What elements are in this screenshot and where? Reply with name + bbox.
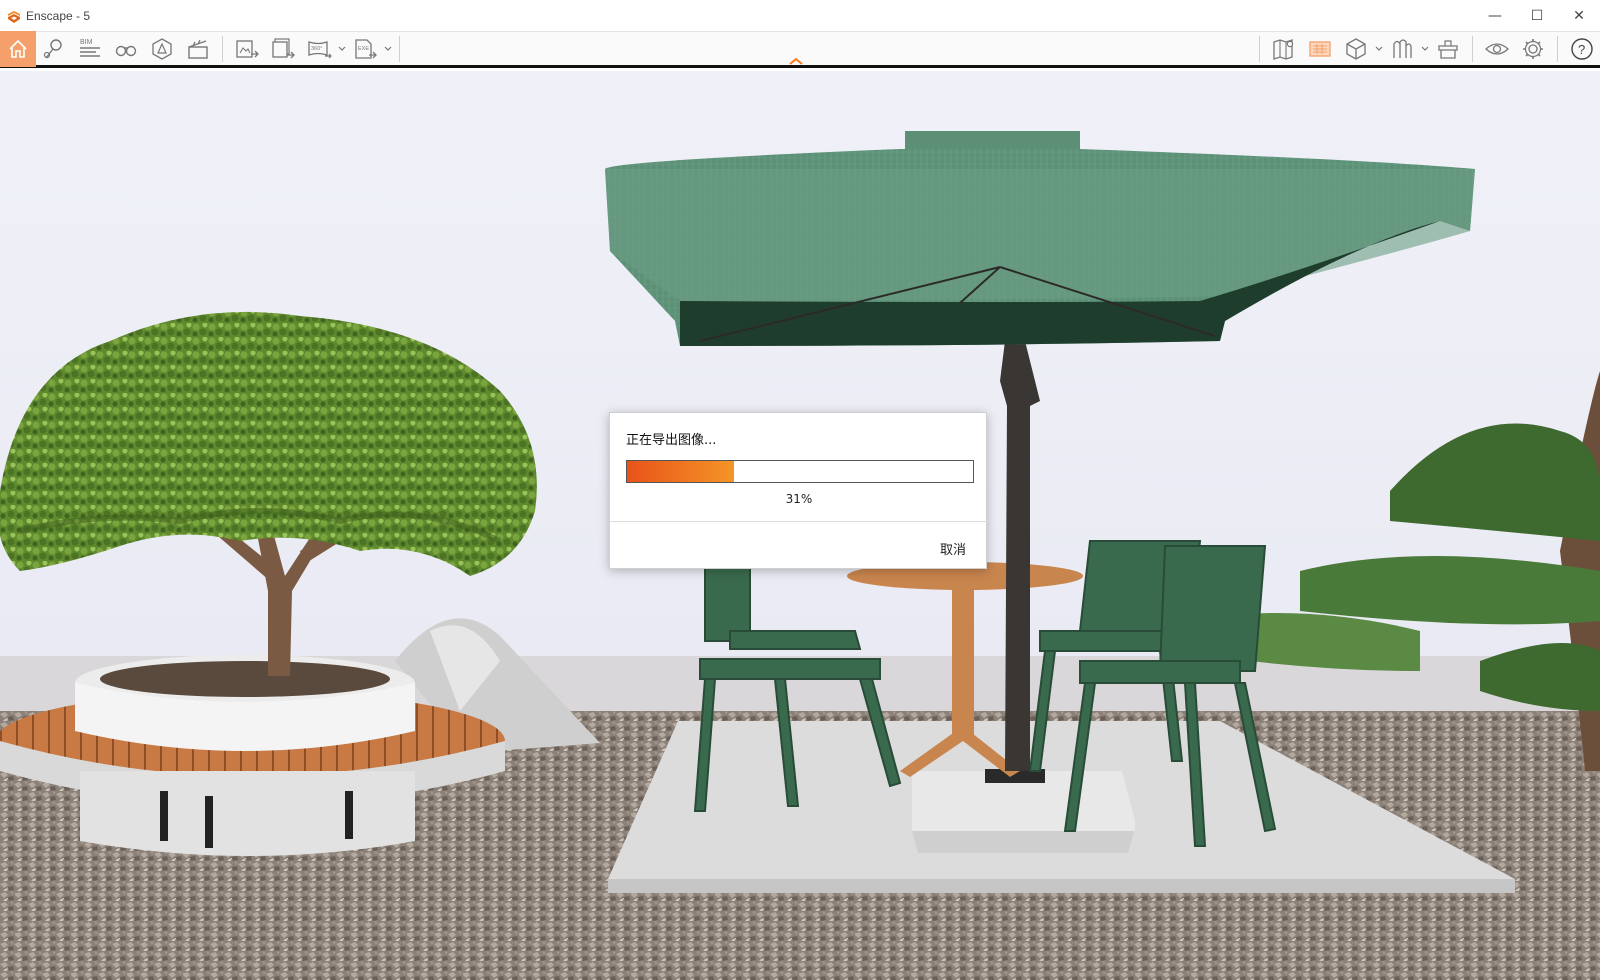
export-exe-button[interactable]: EXE — [347, 32, 383, 66]
help-button[interactable]: ? — [1564, 32, 1600, 66]
export-progress-dialog: 正在导出图像... 31% 取消 — [609, 412, 988, 569]
toolbar-separator — [1557, 36, 1558, 62]
atlas-icon — [1309, 41, 1331, 57]
export-progress-bar — [626, 460, 974, 483]
help-icon: ? — [1571, 38, 1593, 60]
clapper-icon — [188, 39, 208, 59]
dialog-title: 正在导出图像... — [626, 433, 717, 448]
progress-fill — [627, 461, 735, 482]
export-exe-icon: EXE — [355, 38, 377, 59]
home-icon — [9, 39, 27, 58]
eye-icon — [1485, 43, 1509, 55]
toolbar-separator — [399, 35, 400, 62]
toolbar-right-group: ? — [1253, 32, 1600, 66]
upload-icon — [1438, 40, 1458, 59]
main-toolbar: BIM 360° EXE ? — [0, 30, 1600, 68]
navigation-pin-icon — [43, 38, 62, 58]
chevron-down-icon — [384, 46, 392, 51]
asset-library-button[interactable] — [1384, 32, 1420, 66]
object-button[interactable] — [1338, 32, 1374, 66]
asset-library-dropdown[interactable] — [1420, 32, 1430, 66]
perspective-button[interactable] — [144, 32, 180, 66]
bim-label: BIM — [80, 39, 93, 46]
progress-percent: 31% — [785, 492, 813, 506]
home-button[interactable] — [0, 30, 36, 67]
toolbar-separator — [222, 35, 223, 62]
chevron-up-icon — [789, 57, 803, 65]
binoculars-icon — [115, 45, 137, 56]
settings-button[interactable] — [1515, 32, 1551, 66]
toolbar-separator — [1472, 36, 1473, 62]
export-exe-dropdown[interactable] — [383, 32, 393, 66]
video-editor-button[interactable] — [180, 32, 216, 66]
bim-icon: BIM — [80, 39, 100, 57]
collapse-toolbar-button[interactable] — [786, 36, 806, 66]
toolbar-separator — [1259, 36, 1260, 62]
asset-library-icon — [1393, 39, 1412, 58]
enscape-window: Enscape - 5 — ☐ ✕ BIM 360° EXE ? 正在导出图像.… — [0, 0, 1600, 980]
object-dropdown[interactable] — [1374, 32, 1384, 66]
close-button[interactable]: ✕ — [1558, 0, 1600, 32]
panorama-dropdown[interactable] — [337, 32, 347, 66]
batch-export-button[interactable] — [265, 32, 301, 66]
help-label: ? — [1578, 42, 1585, 57]
upload-button[interactable] — [1430, 32, 1466, 66]
batch-export-icon — [272, 37, 295, 58]
cube-icon — [1346, 38, 1366, 60]
map-icon — [1273, 39, 1294, 60]
export-image-icon — [236, 39, 259, 58]
perspective-icon — [152, 37, 172, 60]
panorama-button[interactable]: 360° — [301, 32, 337, 66]
cancel-button[interactable]: 取消 — [940, 539, 966, 558]
dialog-divider — [610, 521, 988, 522]
chevron-down-icon — [1375, 46, 1383, 51]
title-bar: Enscape - 5 — ☐ ✕ — [0, 0, 1600, 32]
panorama-360-icon: 360° — [308, 40, 332, 58]
window-controls: — ☐ ✕ — [1474, 0, 1600, 32]
window-title: Enscape - 5 — [26, 8, 91, 23]
enscape-logo-icon — [7, 9, 21, 23]
map-button[interactable] — [1266, 32, 1302, 66]
chevron-down-icon — [338, 46, 346, 51]
panorama-label: 360° — [311, 46, 322, 52]
navigation-pin-button[interactable] — [36, 32, 72, 66]
export-image-button[interactable] — [229, 32, 265, 66]
visual-settings-button[interactable] — [1479, 32, 1515, 66]
binoculars-button[interactable] — [108, 32, 144, 66]
minimize-button[interactable]: — — [1474, 0, 1516, 32]
render-viewport[interactable]: 正在导出图像... 31% 取消 — [0, 71, 1600, 980]
gear-icon — [1523, 39, 1543, 59]
atlas-button[interactable] — [1302, 32, 1338, 66]
chevron-down-icon — [1421, 46, 1429, 51]
exe-label: EXE — [358, 46, 369, 52]
maximize-button[interactable]: ☐ — [1516, 0, 1558, 32]
bim-button[interactable]: BIM — [72, 32, 108, 66]
